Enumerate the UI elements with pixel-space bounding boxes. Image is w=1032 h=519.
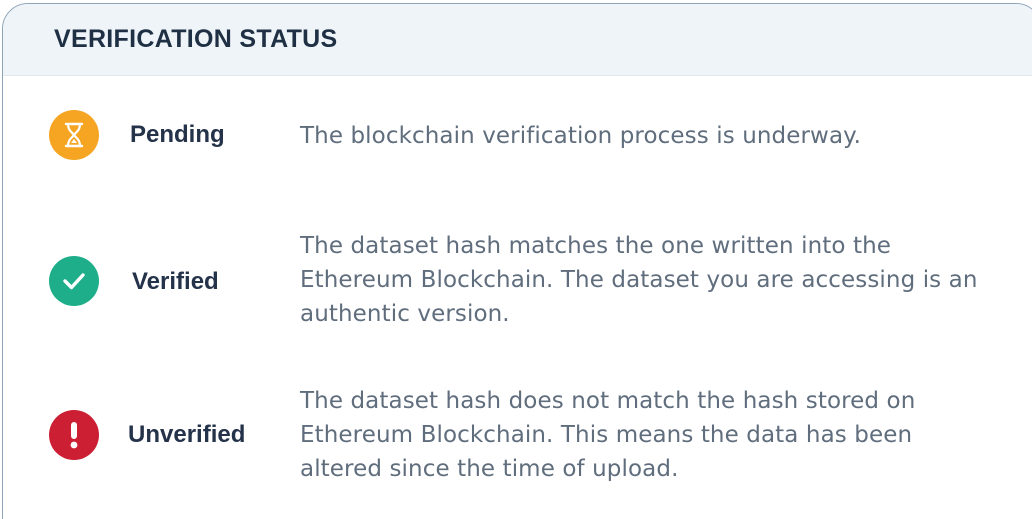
status-description-verified: The dataset hash matches the one written…	[300, 233, 978, 327]
status-description-unverified: The dataset hash does not match the hash…	[300, 388, 916, 482]
hourglass-icon	[49, 110, 99, 160]
status-label-verified: Verified	[132, 268, 219, 295]
card-title: VERIFICATION STATUS	[54, 25, 338, 53]
card-header: VERIFICATION STATUS	[3, 4, 1032, 76]
status-description-pending: The blockchain verification process is u…	[300, 123, 861, 149]
status-label-unverified: Unverified	[128, 421, 246, 448]
status-label-pending: Pending	[130, 121, 225, 148]
exclamation-icon	[49, 410, 99, 460]
checkmark-icon	[49, 256, 99, 306]
